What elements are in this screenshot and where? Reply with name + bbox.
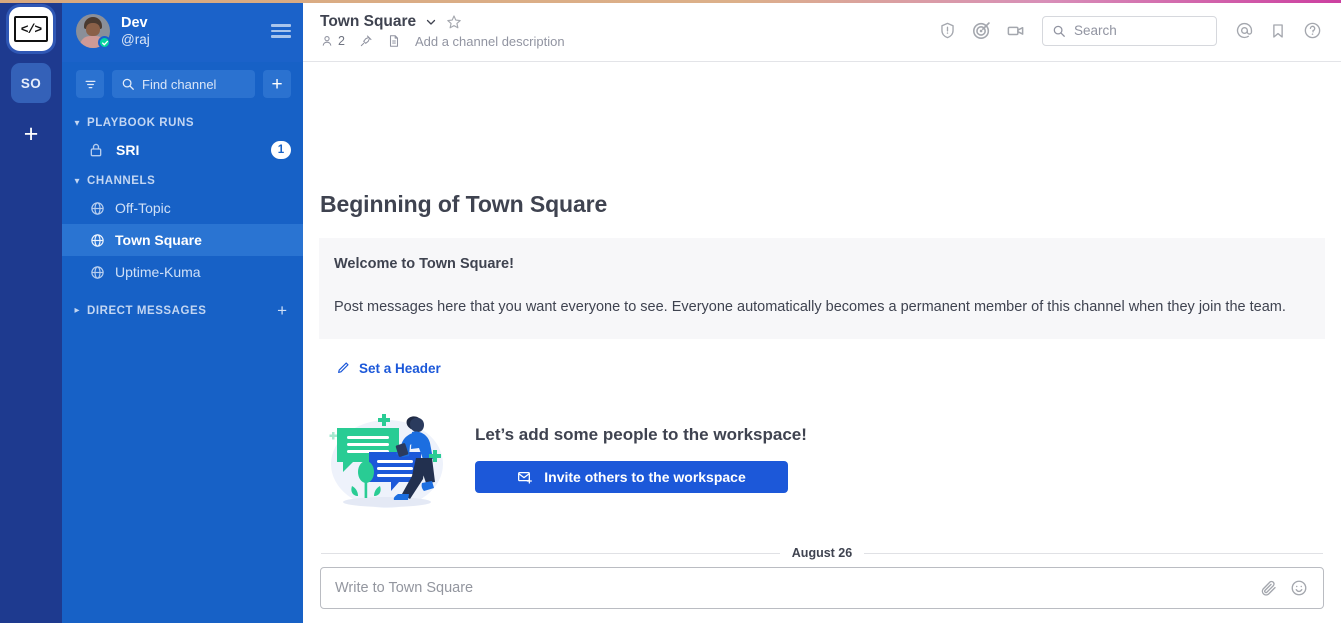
set-header-link[interactable]: Set a Header <box>336 361 441 376</box>
avatar[interactable] <box>76 14 111 49</box>
post-list: Beginning of Town Square Welcome to Town… <box>303 62 1341 560</box>
lock-icon <box>88 142 104 158</box>
at-mention-icon[interactable] <box>1229 16 1259 46</box>
pencil-icon <box>338 362 349 373</box>
top-gradient-bar <box>0 0 1341 3</box>
channel-header: Town Square 2 Add a channel description … <box>303 0 1341 62</box>
page-title: Beginning of Town Square <box>320 191 608 218</box>
channel-title-row: Town Square <box>320 13 565 31</box>
app-body: </> SO + Dev @raj Find channel + ▾ PLAYB… <box>0 0 1341 623</box>
search-icon <box>1053 25 1065 37</box>
team-button-so[interactable]: SO <box>11 63 51 103</box>
category-direct-messages[interactable]: ▸ DIRECT MESSAGES + <box>62 288 303 324</box>
target-icon[interactable] <box>966 16 996 46</box>
user-username: @raj <box>121 31 150 47</box>
team-sidebar: </> SO + <box>0 0 62 623</box>
channel-intro: Beginning of Town Square Welcome to Town… <box>319 191 1325 538</box>
chevron-down-icon: ▾ <box>74 175 80 187</box>
chevron-down-icon: ▾ <box>74 117 80 129</box>
divider-line-right <box>864 552 1323 554</box>
search-input[interactable]: Search <box>1042 15 1217 46</box>
find-channel-placeholder: Find channel <box>142 76 217 92</box>
pin-icon[interactable] <box>359 34 373 48</box>
unread-badge: 1 <box>271 141 291 159</box>
channel-subheader-row: 2 Add a channel description <box>320 34 565 49</box>
app-root: </> SO + Dev @raj Find channel + ▾ PLAYB… <box>0 0 1341 623</box>
globe-icon <box>90 233 105 248</box>
video-call-icon[interactable] <box>1000 16 1030 46</box>
paperclip-icon[interactable] <box>1254 573 1284 603</box>
category-playbook-runs[interactable]: ▾ PLAYBOOK RUNS <box>62 108 303 134</box>
hamburger-icon[interactable] <box>271 24 291 38</box>
user-team-header[interactable]: Dev @raj <box>62 0 303 62</box>
date-separator: August 26 <box>319 546 1325 560</box>
sidebar-item-uptime-kuma[interactable]: Uptime-Kuma <box>62 256 303 288</box>
globe-icon <box>90 201 105 216</box>
main-column: Town Square 2 Add a channel description … <box>303 0 1341 623</box>
date-separator-label: August 26 <box>791 546 853 560</box>
sidebar-item-off-topic[interactable]: Off-Topic <box>62 192 303 224</box>
invite-button-label: Invite others to the workspace <box>544 469 746 485</box>
globe-icon <box>90 265 105 280</box>
code-brackets-logo-icon: </> <box>14 16 48 42</box>
welcome-box: Welcome to Town Square! Post messages he… <box>319 238 1325 339</box>
user-identity: Dev @raj <box>121 15 260 47</box>
category-channels[interactable]: ▾ CHANNELS <box>62 166 303 192</box>
saved-posts-icon[interactable] <box>1263 16 1293 46</box>
channel-finder-row: Find channel + <box>62 62 303 108</box>
team-initials-label: SO <box>20 75 42 91</box>
favorite-star-icon[interactable] <box>446 14 462 30</box>
members-icon <box>322 36 332 46</box>
emoji-smiley-icon[interactable] <box>1284 573 1314 603</box>
category-label: DIRECT MESSAGES <box>87 304 207 317</box>
user-display-name: Dev <box>121 14 148 31</box>
sidebar-item-label: SRI <box>116 142 140 158</box>
team-button-active[interactable]: </> <box>11 9 51 49</box>
invite-others-button[interactable]: Invite others to the workspace <box>475 461 788 493</box>
file-text-icon[interactable] <box>387 34 401 48</box>
status-online-icon <box>98 36 111 49</box>
category-label: CHANNELS <box>87 175 156 187</box>
invite-heading: Let’s add some people to the workspace! <box>475 425 807 444</box>
channel-title[interactable]: Town Square <box>320 13 416 31</box>
member-count[interactable]: 2 <box>320 34 345 48</box>
find-channel-input[interactable]: Find channel <box>112 70 255 98</box>
add-channel-button[interactable]: + <box>263 70 291 98</box>
add-direct-message-button[interactable]: + <box>277 302 291 319</box>
add-team-button[interactable]: + <box>11 117 51 151</box>
channel-description-placeholder[interactable]: Add a channel description <box>415 34 565 49</box>
invite-section: Let’s add some people to the workspace! … <box>323 406 1325 512</box>
channel-header-left: Town Square 2 Add a channel description <box>320 13 565 49</box>
help-icon[interactable] <box>1297 16 1327 46</box>
message-input[interactable]: Write to Town Square <box>320 567 1324 609</box>
category-label: PLAYBOOK RUNS <box>87 117 195 129</box>
playbooks-icon[interactable] <box>932 16 962 46</box>
people-chat-illustration <box>329 414 443 508</box>
message-input-placeholder: Write to Town Square <box>335 580 474 596</box>
divider-line-left <box>321 552 780 554</box>
welcome-text: Post messages here that you want everyon… <box>334 299 1286 316</box>
chevron-right-icon: ▸ <box>74 305 80 316</box>
envelope-plus-icon <box>518 472 533 484</box>
set-header-label: Set a Header <box>359 360 441 376</box>
channel-sidebar: Dev @raj Find channel + ▾ PLAYBOOK RUNS … <box>62 0 303 623</box>
search-icon <box>122 78 134 90</box>
sidebar-item-label: Uptime-Kuma <box>115 264 201 280</box>
sidebar-item-label: Town Square <box>115 232 202 248</box>
sidebar-item-sri[interactable]: SRI 1 <box>62 134 303 166</box>
invite-text-block: Let’s add some people to the workspace! … <box>475 425 807 493</box>
composer-wrapper: Write to Town Square <box>303 560 1341 623</box>
sidebar-item-label: Off-Topic <box>115 200 171 216</box>
channel-header-actions: Search <box>932 15 1327 46</box>
search-placeholder: Search <box>1074 23 1117 38</box>
member-count-label: 2 <box>338 34 345 48</box>
welcome-title: Welcome to Town Square! <box>334 256 514 273</box>
chevron-down-icon[interactable] <box>425 16 437 28</box>
sidebar-item-town-square[interactable]: Town Square <box>62 224 303 256</box>
filter-icon[interactable] <box>76 70 104 98</box>
